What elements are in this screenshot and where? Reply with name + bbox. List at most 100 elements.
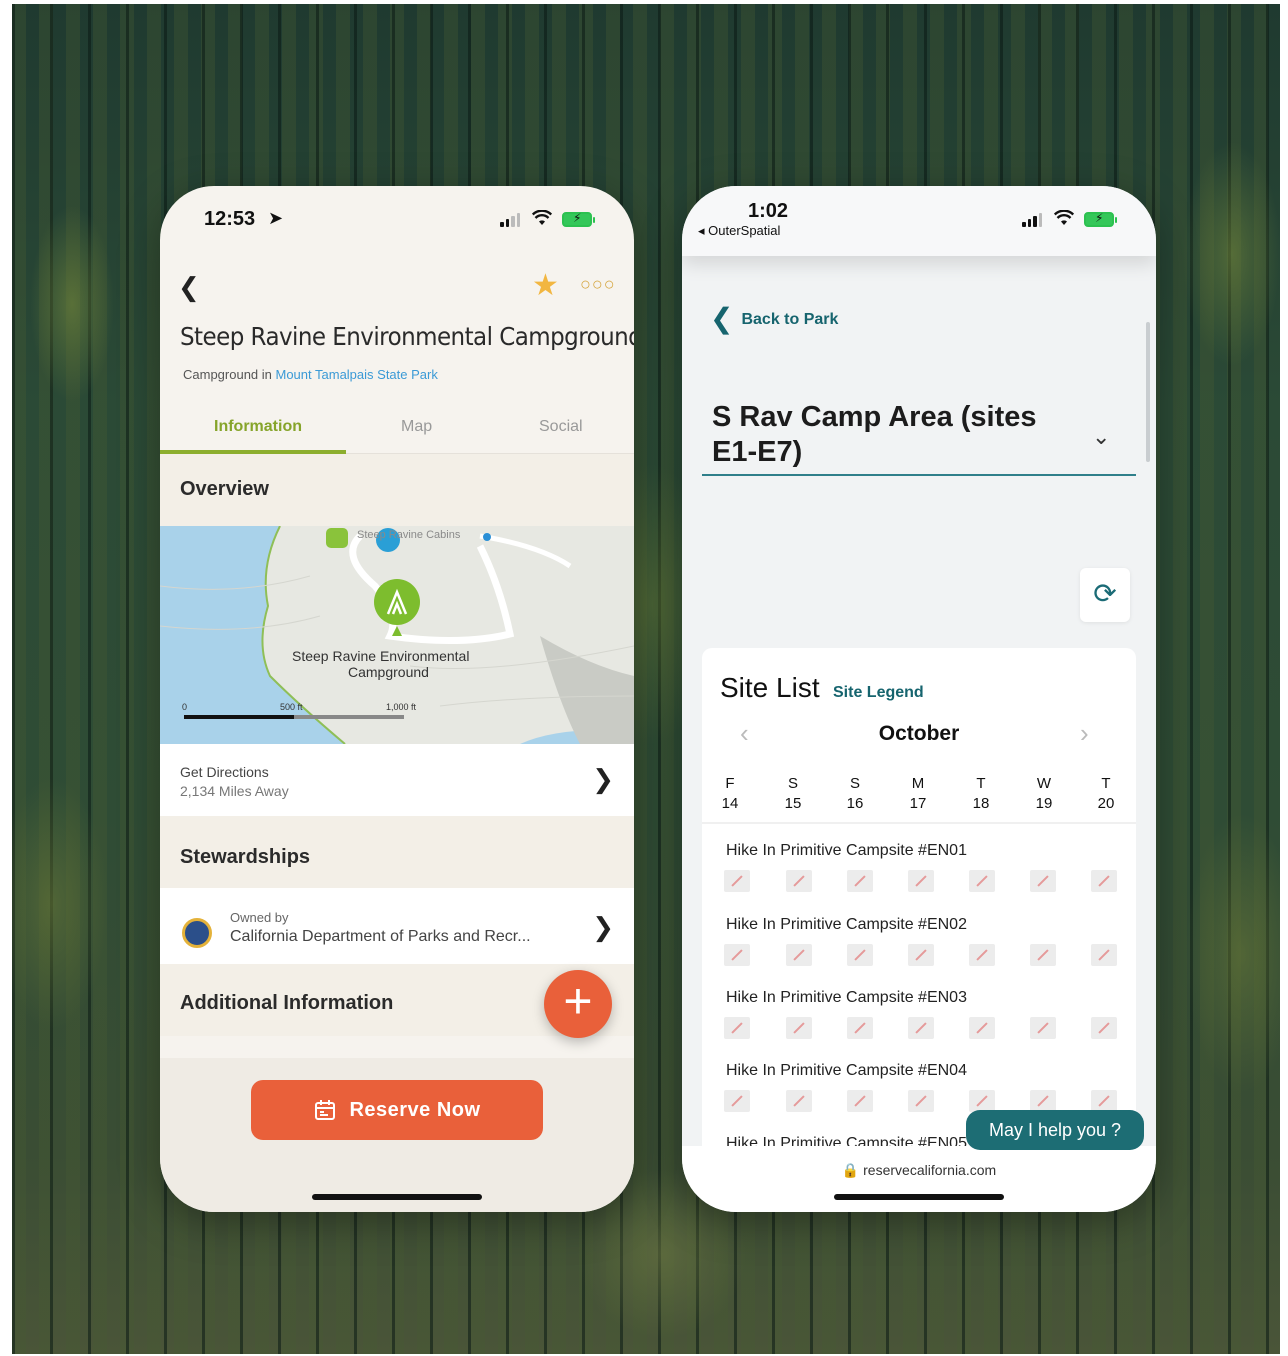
day-number: 15	[784, 795, 802, 812]
map-campground-label-line1: Steep Ravine Environmental	[292, 648, 470, 664]
site-name[interactable]: Hike In Primitive Campsite #EN04	[726, 1062, 967, 1080]
site-legend-link[interactable]: Site Legend	[833, 684, 924, 702]
day-number: 14	[721, 795, 739, 812]
day-of-week: W	[1036, 775, 1052, 792]
calendar-divider	[702, 822, 1136, 824]
parks-department-seal-icon	[182, 918, 212, 948]
site-day-cell-unavailable	[786, 1017, 812, 1039]
reserve-now-button[interactable]: Reserve Now	[251, 1080, 543, 1140]
wifi-icon	[532, 210, 552, 225]
owner-caption: Owned by	[230, 910, 289, 925]
day-header: M 17	[903, 774, 933, 814]
site-day-cell-unavailable	[1030, 870, 1056, 892]
more-options-icon[interactable]: ○○○	[580, 274, 616, 295]
site-day-cell-unavailable	[786, 944, 812, 966]
status-bar: 12:53 ➤ ⚡	[160, 186, 634, 250]
site-day-cell-unavailable	[724, 1090, 750, 1112]
site-day-cell-unavailable	[1030, 1090, 1056, 1112]
tab-information[interactable]: Information	[214, 418, 302, 436]
day-of-week: F	[725, 775, 735, 792]
chevron-right-icon: ❯	[592, 764, 614, 794]
site-day-cell-unavailable	[1091, 870, 1117, 892]
directions-label: Get Directions	[180, 764, 269, 780]
outerspatial-phone: 12:53 ➤ ⚡ ❮ ★ ○○○ Steep Ravine Environme…	[160, 186, 634, 1212]
site-day-cell-unavailable	[1030, 1017, 1056, 1039]
site-day-cell-unavailable	[1091, 944, 1117, 966]
map-scale-500: 500 ft	[280, 702, 303, 712]
site-day-cell-unavailable	[969, 1017, 995, 1039]
cellular-signal-icon	[1022, 213, 1042, 227]
chevron-down-icon[interactable]: ⌄	[1092, 424, 1110, 450]
camp-area-select-value[interactable]: S Rav Camp Area (sites E1-E7)	[712, 400, 1082, 470]
month-label: October	[878, 722, 960, 745]
tab-map[interactable]: Map	[401, 418, 432, 436]
stewardships-section-header: Stewardships	[160, 816, 634, 888]
back-button[interactable]: ❮	[178, 272, 200, 303]
favorite-star-icon[interactable]: ★	[532, 268, 559, 303]
get-directions-row[interactable]: Get Directions 2,134 Miles Away ❯	[160, 744, 634, 816]
day-number: 18	[972, 795, 990, 812]
location-arrow-icon: ➤	[268, 208, 284, 228]
site-day-cell-unavailable	[1091, 1090, 1117, 1112]
site-day-cell-unavailable	[786, 870, 812, 892]
site-day-cell-unavailable	[847, 944, 873, 966]
chevron-right-icon: ❯	[592, 912, 614, 942]
tab-social[interactable]: Social	[539, 418, 583, 436]
site-day-cell-unavailable	[847, 1090, 873, 1112]
site-name[interactable]: Hike In Primitive Campsite #EN01	[726, 842, 967, 860]
site-day-cell-unavailable	[724, 944, 750, 966]
day-of-week: T	[976, 775, 986, 792]
map-poi-label: Steep Ravine Cabins	[357, 529, 461, 541]
site-name[interactable]: Hike In Primitive Campsite #EN03	[726, 989, 967, 1007]
stewardships-heading: Stewardships	[180, 846, 311, 868]
site-list-card: Site List Site Legend ‹ October › F 14 S1…	[702, 648, 1136, 1152]
campground-map[interactable]: Steep Ravine Cabins Steep Ravine Environ…	[160, 526, 634, 744]
next-month-icon[interactable]: ›	[1080, 718, 1089, 749]
day-number: 19	[1035, 795, 1053, 812]
browser-bottom-bar	[682, 1146, 1156, 1212]
day-header: T 20	[1091, 774, 1121, 814]
directions-distance: 2,134 Miles Away	[180, 783, 289, 799]
site-day-cell-unavailable	[724, 1017, 750, 1039]
day-of-week: S	[849, 775, 860, 792]
subtitle-prefix: Campground in	[183, 367, 276, 382]
site-day-cell-unavailable	[847, 870, 873, 892]
park-link[interactable]: Mount Tamalpais State Park	[276, 367, 438, 382]
overview-heading: Overview	[180, 478, 269, 500]
day-of-week: M	[911, 775, 925, 792]
back-to-park-label: Back to Park	[741, 311, 839, 328]
site-name[interactable]: Hike In Primitive Campsite #EN02	[726, 916, 967, 934]
day-of-week: T	[1101, 775, 1111, 792]
map-campground-label-line2: Campground	[348, 664, 429, 680]
help-chat-button[interactable]: May I help you ?	[966, 1110, 1144, 1150]
browser-url[interactable]: 🔒 reservecalifornia.com	[682, 1162, 1156, 1179]
home-indicator[interactable]	[312, 1194, 482, 1200]
site-day-cell-unavailable	[908, 1090, 934, 1112]
overview-section-header: Overview	[160, 454, 634, 526]
refresh-button[interactable]: ⟳	[1080, 568, 1130, 622]
owner-row[interactable]: Owned by California Department of Parks …	[160, 888, 634, 964]
site-day-cell-unavailable	[1030, 944, 1056, 966]
page-subtitle: Campground in Mount Tamalpais State Park	[183, 367, 438, 382]
day-number: 20	[1097, 795, 1115, 812]
site-day-cell-unavailable	[969, 870, 995, 892]
refresh-icon: ⟳	[1093, 578, 1117, 609]
add-plus-button[interactable]: +	[544, 970, 612, 1038]
day-header: T 18	[966, 774, 996, 814]
owner-name: California Department of Parks and Recr.…	[230, 928, 531, 945]
site-day-cell-unavailable	[724, 870, 750, 892]
battery-charging-icon: ⚡	[562, 211, 595, 227]
back-to-park-link[interactable]: ❮ Back to Park	[710, 298, 839, 334]
scrollbar[interactable]	[1146, 322, 1150, 462]
chevron-left-icon: ❮	[710, 303, 734, 334]
site-day-cell-unavailable	[847, 1017, 873, 1039]
home-indicator[interactable]	[834, 1194, 1004, 1200]
day-header: F 14	[715, 774, 745, 814]
tab-bar: Information Map Social	[160, 412, 634, 454]
map-scale-1000: 1,000 ft	[386, 702, 417, 712]
back-to-app-link[interactable]: ◂ OuterSpatial	[698, 223, 780, 239]
reserve-now-label: Reserve Now	[349, 1098, 481, 1121]
day-number: 17	[909, 795, 927, 812]
site-day-cell-unavailable	[786, 1090, 812, 1112]
site-day-cell-unavailable	[908, 1017, 934, 1039]
